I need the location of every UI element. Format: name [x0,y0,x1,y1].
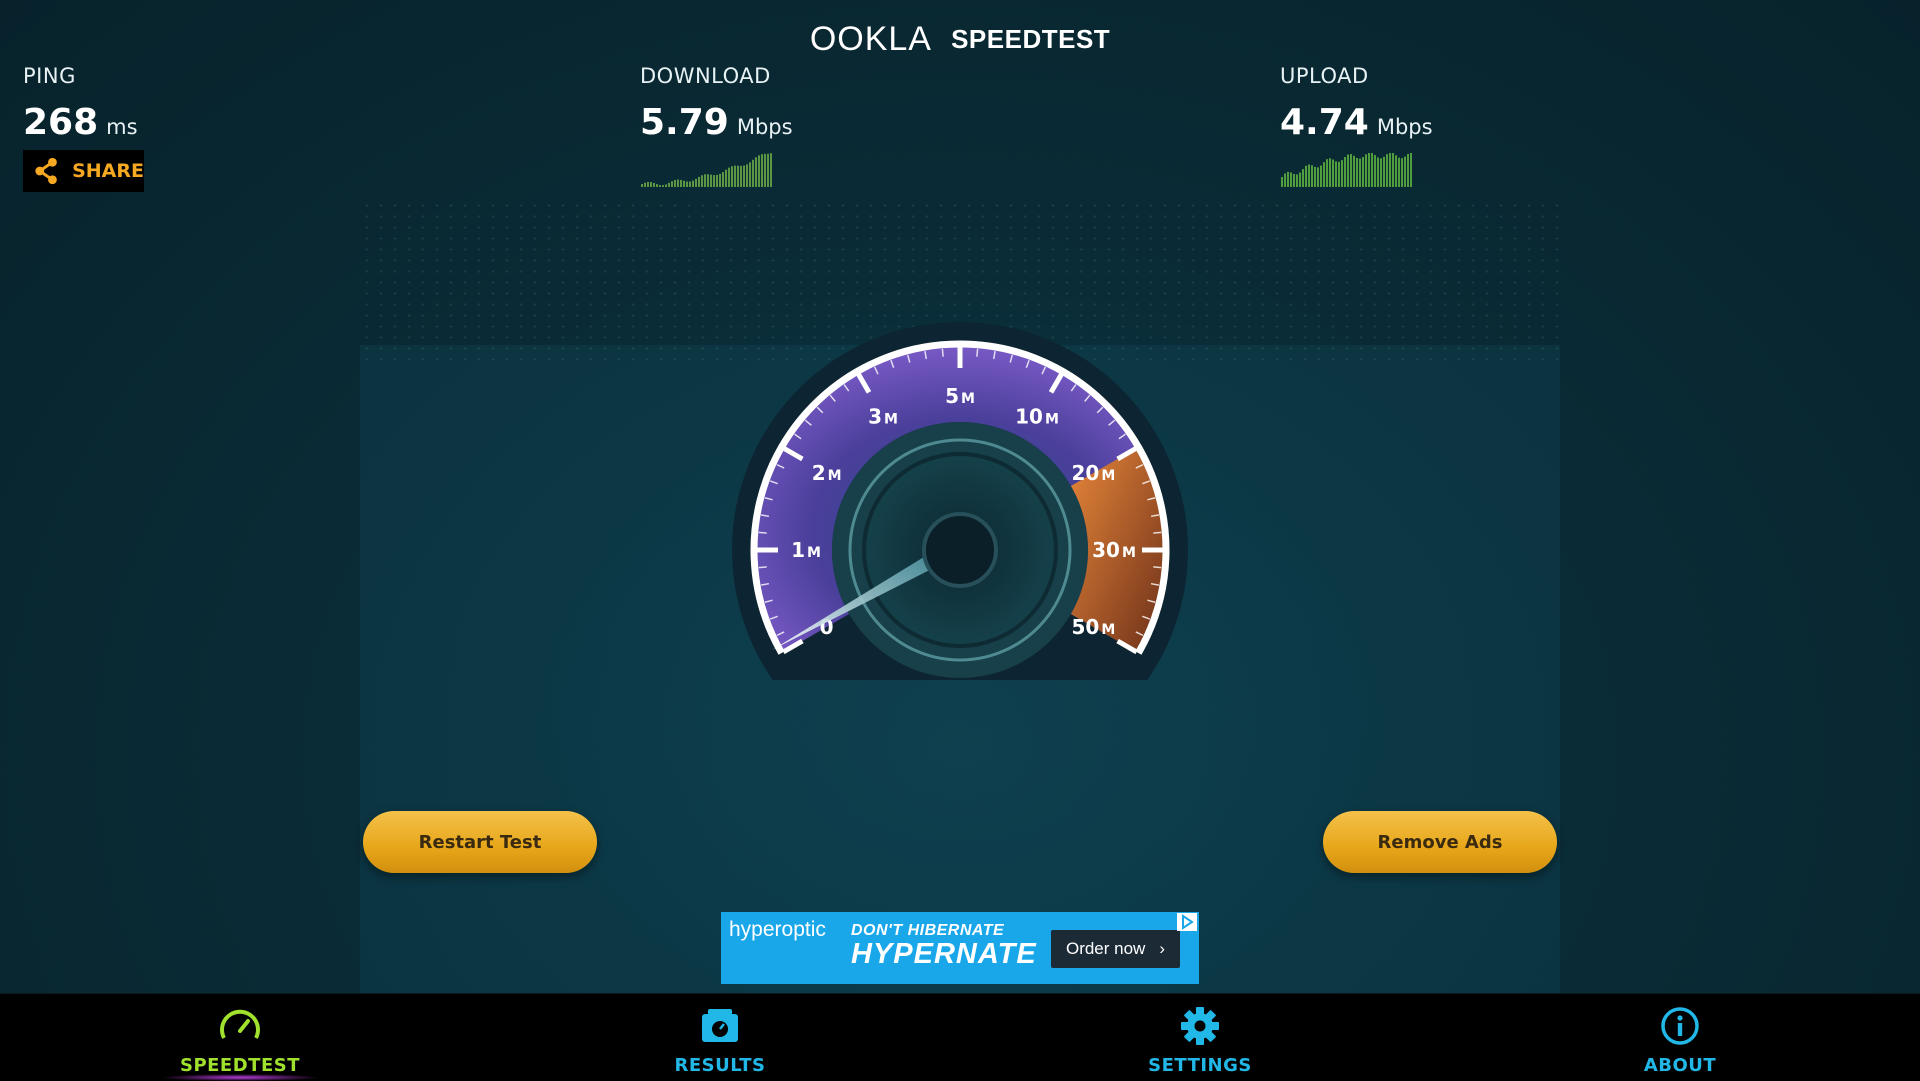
upload-sparkline [1281,153,1412,187]
download-value: 5.79 [640,102,729,143]
speedometer-icon [220,1009,260,1039]
ping-label: PING [23,64,76,88]
ping-value-row: 268 ms [23,102,138,143]
chevron-right-icon: › [1159,939,1166,958]
gauge-minor-tick [976,348,979,357]
gauge-minor-tick [758,566,767,569]
share-icon [35,157,57,185]
ad-order-button[interactable]: Order now › [1051,930,1180,968]
ad-headline: DON'T HIBERNATE HYPERNATE [851,922,1037,971]
tab-results-label: RESULTS [674,1055,766,1076]
speed-gauge: 01 M2 M3 M5 M10 M20 M30 M50 M [732,322,1188,680]
bottom-tab-bar: SPEEDTEST RESULTS SETTINGS ABOUT [0,993,1920,1081]
upload-value: 4.74 [1280,102,1369,143]
tab-settings-label: SETTINGS [1148,1055,1252,1076]
adchoices-icon[interactable] [1177,913,1197,931]
upload-label: UPLOAD [1280,64,1369,88]
remove-ads-button[interactable]: Remove Ads [1323,811,1557,873]
upload-stat: UPLOAD 4.74 Mbps [1280,64,1433,189]
gauge-minor-tick [941,348,944,357]
gauge-minor-tick [758,531,767,534]
gauge-hub [922,512,998,588]
upload-unit: Mbps [1376,115,1433,139]
ad-banner[interactable]: hyperoptic DON'T HIBERNATE HYPERNATE Ord… [721,912,1199,984]
ping-value: 268 [23,102,99,143]
download-unit: Mbps [736,115,793,139]
tab-speedtest-label: SPEEDTEST [179,1055,300,1076]
ad-line2: HYPERNATE [851,938,1037,970]
ad-brand: hyperoptic [729,918,826,941]
download-label: DOWNLOAD [640,64,771,88]
tab-results[interactable]: RESULTS [480,994,960,1081]
gauge-minor-tick [1153,531,1162,534]
ping-unit: ms [106,115,138,139]
restart-test-button[interactable]: Restart Test [363,811,597,873]
info-icon [1661,1007,1699,1045]
download-stat: DOWNLOAD 5.79 Mbps [640,64,793,189]
tab-settings[interactable]: SETTINGS [960,994,1440,1081]
download-sparkline [641,153,772,187]
share-button[interactable]: SHARE [23,150,144,192]
ad-cta-label: Order now [1065,939,1146,958]
upload-value-row: 4.74 Mbps [1280,102,1433,143]
tab-about[interactable]: ABOUT [1440,994,1920,1081]
tab-about-label: ABOUT [1643,1055,1717,1076]
app-logo: OOKLA SPEEDTEST [0,20,1920,59]
results-icon [702,1009,738,1042]
download-value-row: 5.79 Mbps [640,102,793,143]
gauge-minor-tick [1153,566,1162,569]
brand-name: OOKLA [809,20,932,58]
product-name: SPEEDTEST [951,24,1111,54]
share-label: SHARE [72,160,144,182]
ping-stat: PING 268 ms [23,64,138,143]
gear-icon [1181,1007,1219,1045]
tab-speedtest[interactable]: SPEEDTEST [0,994,480,1081]
